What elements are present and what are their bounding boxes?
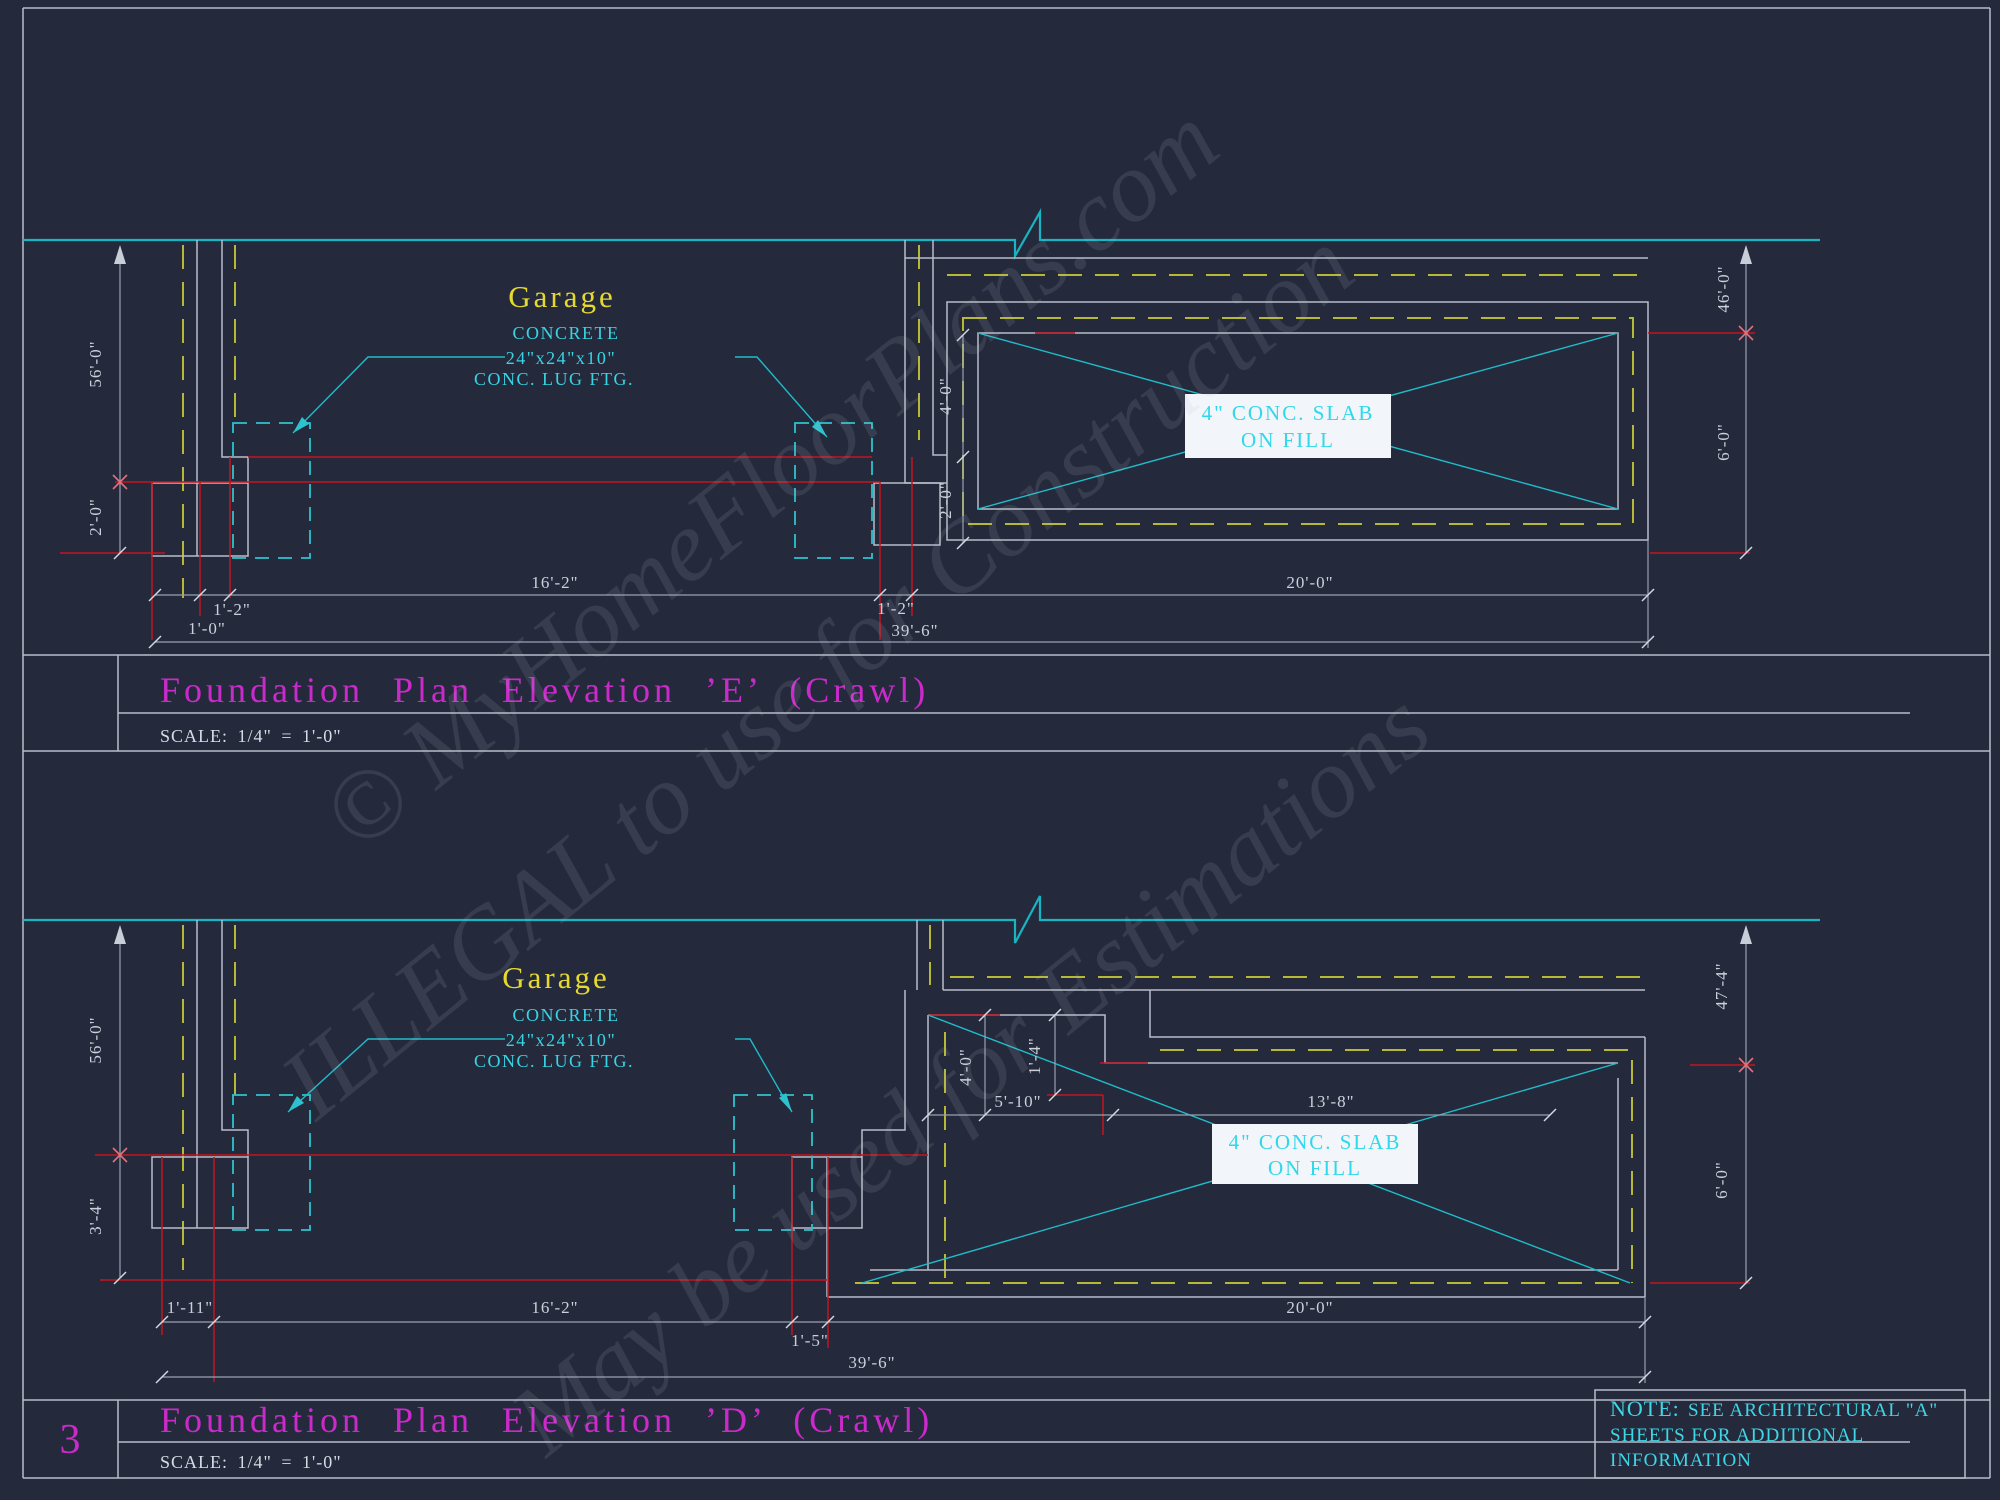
note-line2: SHEETS FOR ADDITIONAL [1610,1425,1864,1446]
drawing-title: Foundation Plan Elevation ’E’ (Crawl) [160,670,929,710]
slab-label-line1: 4" CONC. SLAB [1229,1130,1402,1154]
dim-interior-b: 13'-8" [1307,1092,1354,1111]
footing-note: CONCRETE 24"x24"x10" CONC. LUG FTG. [293,323,827,437]
drawing-scale: SCALE: 1/4" = 1'-0" [160,726,342,746]
drawing-sheet: 4" CONC. SLAB ON FILL Garage CONCRETE 24… [0,0,2000,1500]
sheet-number: 3 [60,1417,81,1463]
dimensions: 56'-0" 3'-4" 4'-0" 1'-4" 47'-4" 6'-0" 5'… [86,925,1753,1383]
wall-lines [152,240,1648,556]
elevation-e-drawing: 4" CONC. SLAB ON FILL Garage CONCRETE 24… [23,212,1820,648]
dim-crawl-width: 20'-0" [1286,573,1333,592]
slab-label: 4" CONC. SLAB ON FILL [1185,394,1391,458]
dim-ftg-left-a: 1'-0" [188,619,226,638]
note-prefix: NOTE: [1610,1396,1680,1421]
footing-note-line3: CONC. LUG FTG. [474,369,634,389]
leader-arrowhead-icon [288,1096,304,1112]
footing-dashed-lines [183,925,1640,1283]
footing-note-line1: CONCRETE [512,323,619,343]
slab-label-line2: ON FILL [1241,428,1335,452]
room-label: Garage [508,279,616,314]
dim-arrow-icon [114,245,126,264]
reference-lines-red [60,333,1755,640]
footing-note-line2: 24"x24"x10" [506,348,617,368]
wall-lines [152,920,1645,1297]
dim-left-lower: 3'-4" [86,1197,105,1235]
dim-crawl-width: 20'-0" [1286,1298,1333,1317]
dim-left-lower: 2'-0" [86,498,105,536]
dim-arrow-icon [1740,925,1752,944]
elevation-e-titlebar: Foundation Plan Elevation ’E’ (Crawl) SC… [23,655,1990,751]
dim-ticks [114,1009,1752,1383]
footing-note-line3: CONC. LUG FTG. [474,1051,634,1071]
dim-slab-upper: 4'-0" [956,1048,975,1086]
footing-note-line1: CONCRETE [512,1005,619,1025]
dim-ftg-mid: 1'-2" [877,599,915,618]
dim-right-lower: 6'-0" [1714,423,1733,461]
dim-slab-upper: 4'-0" [936,377,955,415]
dim-right-lower: 6'-0" [1712,1161,1731,1199]
drawing-title: Foundation Plan Elevation ’D’ (Crawl) [160,1400,933,1440]
dim-arrow-icon [1740,245,1752,264]
footing-note: CONCRETE 24"x24"x10" CONC. LUG FTG. [288,1005,792,1112]
slab-label-line2: ON FILL [1268,1156,1362,1180]
dim-garage-width: 16'-2" [531,573,578,592]
elevation-d-drawing: 4" CONC. SLAB ON FILL Garage CONCRETE 24… [23,896,1820,1383]
slab-label-line1: 4" CONC. SLAB [1202,401,1375,425]
lug-footing-dashed-boxes [233,423,872,558]
cad-canvas: 4" CONC. SLAB ON FILL Garage CONCRETE 24… [0,0,2000,1500]
reference-lines-red [95,1015,1755,1382]
dim-right-total: 47'-4" [1712,962,1731,1009]
dim-arrow-icon [114,925,126,944]
garage-label: Garage [508,279,616,314]
dim-overall: 39'-6" [891,621,938,640]
grade-line [23,212,1820,256]
leader-right [735,357,827,437]
grade-line [23,896,1820,943]
note-box: NOTE: SEE ARCHITECTURAL "A" SHEETS FOR A… [1595,1390,1965,1478]
dim-left-total: 56'-0" [86,1016,105,1063]
dim-notch: 1'-4" [1025,1037,1044,1075]
note-line3: INFORMATION [1610,1450,1752,1471]
room-label: Garage [502,960,610,995]
note-line1: SEE ARCHITECTURAL "A" [1688,1400,1938,1421]
dim-ftg-left: 1'-11" [167,1298,214,1317]
dim-slab-lower: 2'-0" [936,481,955,519]
garage-label: Garage [502,960,610,995]
slab-label: 4" CONC. SLAB ON FILL [1212,1124,1418,1184]
lug-footing-dashed-boxes [233,1095,812,1230]
dim-garage-width: 16'-2" [531,1298,578,1317]
leader-left [288,1039,505,1112]
dim-overall: 39'-6" [848,1353,895,1372]
dim-ftg-mid: 1'-5" [791,1331,829,1350]
dim-interior-a: 5'-10" [994,1092,1041,1111]
footing-note-line2: 24"x24"x10" [506,1030,617,1050]
dim-ftg-left-b: 1'-2" [213,600,251,619]
dim-right-total: 46'-0" [1714,265,1733,312]
dim-left-total: 56'-0" [86,340,105,387]
drawing-scale: SCALE: 1/4" = 1'-0" [160,1452,342,1472]
